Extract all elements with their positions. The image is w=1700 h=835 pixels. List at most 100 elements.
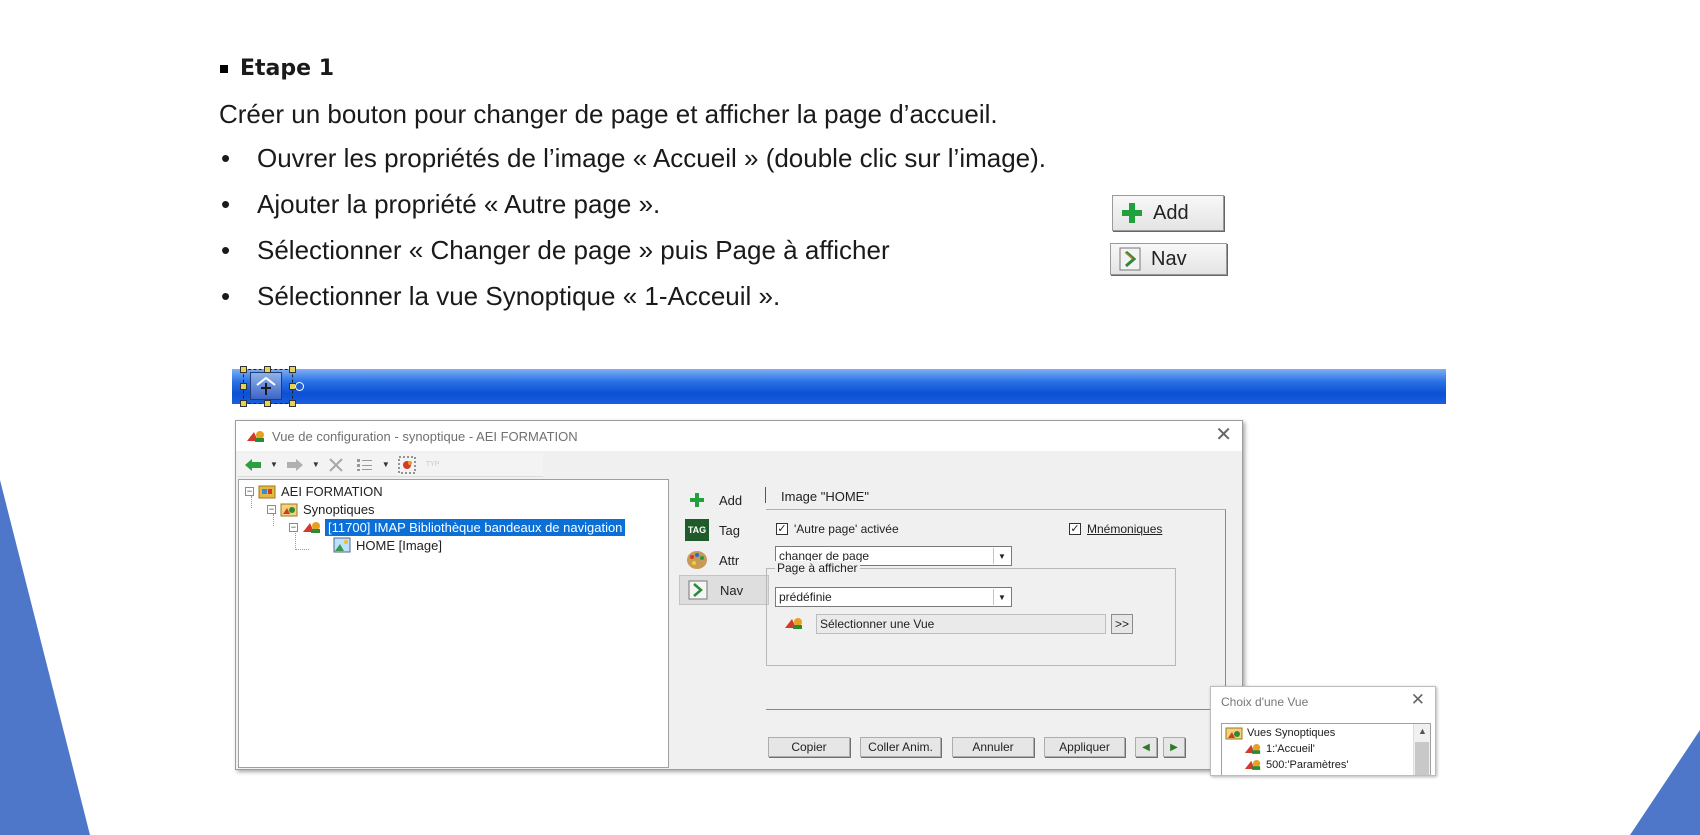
tree-item-label-selected: [11700] IMAP Bibliothèque bandeaux de na… — [325, 518, 626, 536]
bullet-dot: • — [221, 189, 231, 219]
close-icon[interactable]: ✕ — [1411, 690, 1425, 710]
decorative-corner-right — [1630, 730, 1700, 835]
list-item-root[interactable]: Vues Synoptiques — [1225, 726, 1335, 740]
resize-handle[interactable] — [289, 366, 296, 373]
list-item-label: 1:'Accueil' — [1266, 742, 1315, 755]
tree-view[interactable]: − AEI FORMATION − Synoptiques − [11700] … — [238, 479, 669, 768]
list-item-text: Sélectionner la vue Synoptique « 1-Acceu… — [257, 281, 781, 311]
paste-anim-button[interactable]: Coller Anim. — [860, 737, 941, 757]
tree-item-label: Synoptiques — [303, 501, 375, 517]
scrollbar-thumb[interactable] — [1415, 742, 1429, 775]
collapse-toggle-icon[interactable]: − — [267, 504, 276, 514]
resize-handle[interactable] — [240, 400, 247, 407]
list-item-text: Ajouter la propriété « Autre page ». — [257, 189, 661, 219]
close-icon[interactable]: ✕ — [1215, 425, 1232, 445]
chevron-up-icon[interactable]: ▲ — [1418, 726, 1427, 736]
resize-handle[interactable] — [240, 383, 247, 390]
synoptic-view-icon — [784, 616, 804, 630]
list-view-icon[interactable] — [356, 458, 374, 472]
home-image-icon[interactable] — [250, 372, 282, 400]
chevron-down-icon[interactable]: ▼ — [993, 589, 1010, 605]
resize-handle[interactable] — [264, 366, 271, 373]
collapse-toggle-icon[interactable]: − — [289, 522, 298, 532]
resize-handle[interactable] — [264, 400, 271, 407]
list-item: • Sélectionner « Changer de page » puis P… — [219, 235, 1046, 281]
cancel-button[interactable]: Annuler — [952, 737, 1034, 757]
reference-add-button[interactable]: Add — [1112, 195, 1224, 231]
synoptic-view-icon — [1244, 758, 1262, 771]
autre-page-label: 'Autre page' activée — [794, 522, 899, 536]
collapse-toggle-icon[interactable]: − — [245, 486, 254, 496]
tree-item-label: HOME [Image] — [356, 537, 442, 553]
tab-nav[interactable]: Nav — [679, 575, 769, 605]
nav-arrow-icon — [1119, 247, 1141, 271]
list-item: • Sélectionner la vue Synoptique « 1-Acce… — [219, 281, 1046, 327]
green-plus-icon — [1121, 202, 1143, 224]
list-item-label: 500:'Paramètres' — [1266, 758, 1349, 771]
apply-button-label: Appliquer — [1059, 740, 1110, 754]
autre-page-checkbox[interactable]: ✓ — [776, 523, 788, 535]
view-list[interactable]: Vues Synoptiques 1:'Accueil' 500:'Paramè… — [1221, 723, 1431, 775]
chevron-down-icon[interactable]: ▼ — [382, 460, 390, 469]
page-mode-select[interactable]: prédéfinie ▼ — [775, 587, 1012, 607]
list-item-label: Vues Synoptiques — [1247, 727, 1336, 739]
dialog-titlebar: Vue de configuration - synoptique - AEI … — [236, 421, 1242, 451]
browse-view-button[interactable]: >> — [1111, 614, 1133, 634]
tab-label: Tag — [719, 522, 740, 538]
previous-button[interactable]: ◀ — [1135, 737, 1157, 757]
dialog-title: Vue de configuration - synoptique - AEI … — [272, 428, 578, 444]
tab-tag[interactable]: TAG Tag — [679, 515, 769, 545]
list-item-text: Ouvrer les propriétés de l’image « Accue… — [257, 143, 1047, 173]
configuration-dialog: Vue de configuration - synoptique - AEI … — [235, 420, 1243, 770]
reference-nav-label: Nav — [1151, 247, 1187, 270]
scrollbar[interactable]: ▲ — [1413, 724, 1430, 775]
delete-icon[interactable] — [328, 457, 344, 473]
app-logo-icon — [246, 429, 266, 443]
tag-icon: TAG — [685, 519, 709, 541]
square-bullet-icon — [220, 64, 228, 73]
navigation-banner — [232, 369, 1446, 404]
intro-text: Créer un bouton pour changer de page et … — [219, 99, 998, 129]
configure-icon[interactable] — [398, 456, 416, 474]
list-item[interactable]: 1:'Accueil' — [1244, 742, 1315, 755]
back-arrow-icon[interactable] — [244, 458, 262, 472]
tree-item-root[interactable]: − AEI FORMATION — [245, 482, 383, 500]
next-arrow-icon: ▶ — [1170, 741, 1178, 753]
autre-page-checkbox-row[interactable]: ✓ 'Autre page' activée — [776, 522, 899, 536]
property-header: Image "HOME" — [781, 489, 869, 504]
resize-handle[interactable] — [240, 366, 247, 373]
paste-anim-button-label: Coller Anim. — [868, 740, 933, 754]
forward-arrow-icon[interactable] — [286, 458, 304, 472]
tab-attr[interactable]: Attr — [679, 545, 769, 575]
property-area: Add TAG Tag Attr Nav Image "HOME" ✓ 'Aut… — [669, 479, 1241, 768]
next-button[interactable]: ▶ — [1163, 737, 1185, 757]
tab-add[interactable]: Add — [679, 485, 769, 515]
list-item[interactable]: 500:'Paramètres' — [1244, 758, 1348, 771]
chevron-down-icon[interactable]: ▼ — [312, 460, 320, 469]
mnemoniques-checkbox-row[interactable]: ✓ Mnémoniques — [1069, 522, 1162, 536]
resize-handle[interactable] — [289, 400, 296, 407]
list-item: • Ajouter la propriété « Autre page ». — [219, 189, 1046, 235]
mnemoniques-checkbox[interactable]: ✓ — [1069, 523, 1081, 535]
page-to-show-label: Page à afficher — [775, 561, 860, 575]
header-separator — [765, 487, 766, 503]
property-tabs: Add TAG Tag Attr Nav — [679, 485, 769, 605]
bullet-dot: • — [221, 281, 231, 311]
tree-item-library[interactable]: − [11700] IMAP Bibliothèque bandeaux de … — [289, 518, 626, 536]
view-selector-field[interactable]: Sélectionner une Vue — [816, 614, 1106, 634]
reference-nav-button[interactable]: Nav — [1110, 243, 1227, 275]
copy-button[interactable]: Copier — [768, 737, 850, 757]
decorative-corner-left — [0, 480, 90, 835]
tree-item-image[interactable]: HOME [Image] — [333, 536, 442, 554]
apply-button[interactable]: Appliquer — [1044, 737, 1125, 757]
tab-label: Nav — [720, 582, 744, 598]
type-filter-label: TYP — [425, 461, 440, 468]
tree-item-synoptiques[interactable]: − Synoptiques — [267, 500, 375, 518]
chevron-down-icon[interactable]: ▼ — [993, 548, 1010, 564]
rotation-pivot-icon[interactable] — [295, 382, 304, 391]
synoptic-view-icon — [1244, 742, 1262, 755]
tab-label: Add — [719, 492, 743, 508]
chevron-down-icon[interactable]: ▼ — [270, 460, 278, 469]
list-item-text: Sélectionner « Changer de page » puis Pa… — [257, 235, 890, 265]
bullet-dot: • — [221, 235, 231, 265]
